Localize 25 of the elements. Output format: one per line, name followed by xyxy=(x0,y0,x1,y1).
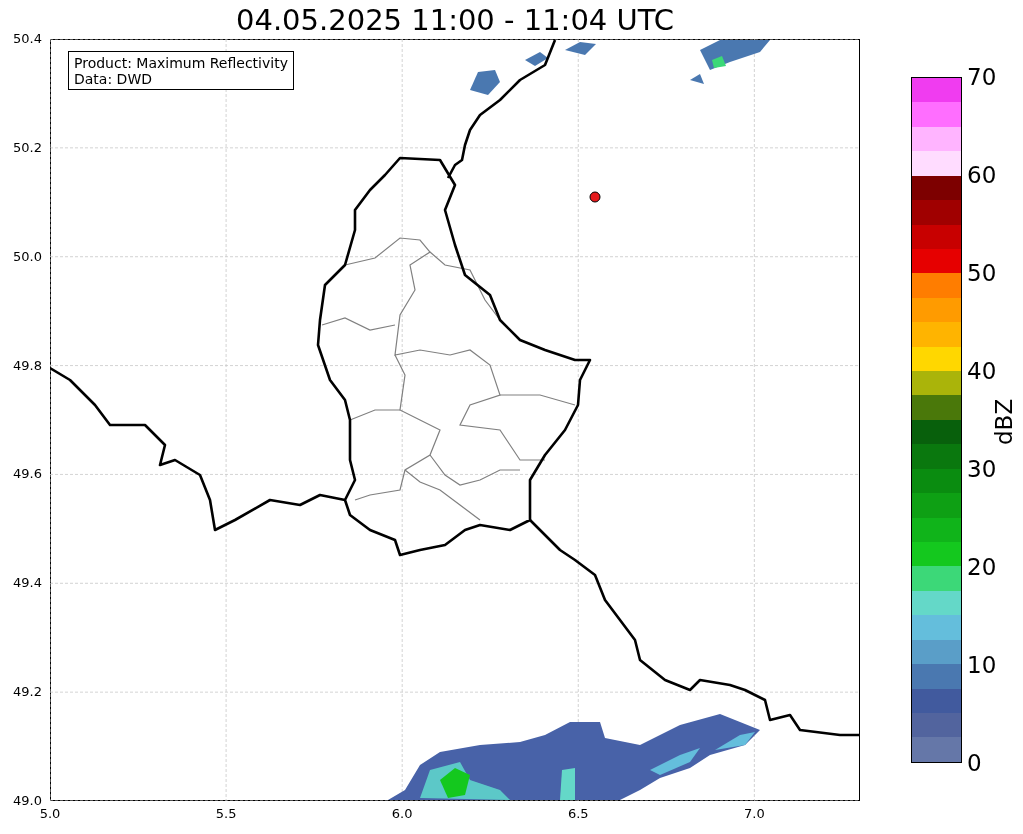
colorbar-tick-label: 0 xyxy=(967,751,982,775)
colorbar-tick-label: 30 xyxy=(967,457,997,481)
colorbar-tick-label: 40 xyxy=(967,359,997,383)
colorbar-tick-label: 60 xyxy=(967,163,997,187)
axis-tick-label: 49.0 xyxy=(13,794,42,808)
axis-tick-label: 5.5 xyxy=(215,807,237,821)
axis-tick-label: 5.0 xyxy=(39,807,61,821)
info-text: Product: Maximum Reflectivity xyxy=(74,55,288,71)
colorbar-tick-label: 20 xyxy=(967,555,997,579)
chart-title: 04.05.2025 11:00 - 11:04 UTC xyxy=(236,3,674,37)
axis-tick-label: 50.2 xyxy=(13,140,42,155)
axis-tick-label: 49.8 xyxy=(13,358,42,373)
colorbar-label: dBZ xyxy=(991,398,1017,445)
colorbar-tick-label: 10 xyxy=(967,653,997,677)
colorbar-tick-label: 50 xyxy=(967,261,997,285)
axis-tick-label: 49.2 xyxy=(13,685,42,700)
axis-tick-label: 50.4 xyxy=(13,32,42,46)
colorbar-tick-label: 70 xyxy=(967,65,997,89)
axis-tick-label: 49.4 xyxy=(13,576,42,591)
axis-tick-label: 50.0 xyxy=(13,249,42,264)
info-text: Data: DWD xyxy=(74,71,153,87)
axis-tick-label: 6.0 xyxy=(391,807,413,821)
axis-tick-label: 7.0 xyxy=(744,807,765,821)
axis-tick-label: 49.6 xyxy=(13,467,42,482)
axis-tick-label: 6.5 xyxy=(567,807,589,821)
